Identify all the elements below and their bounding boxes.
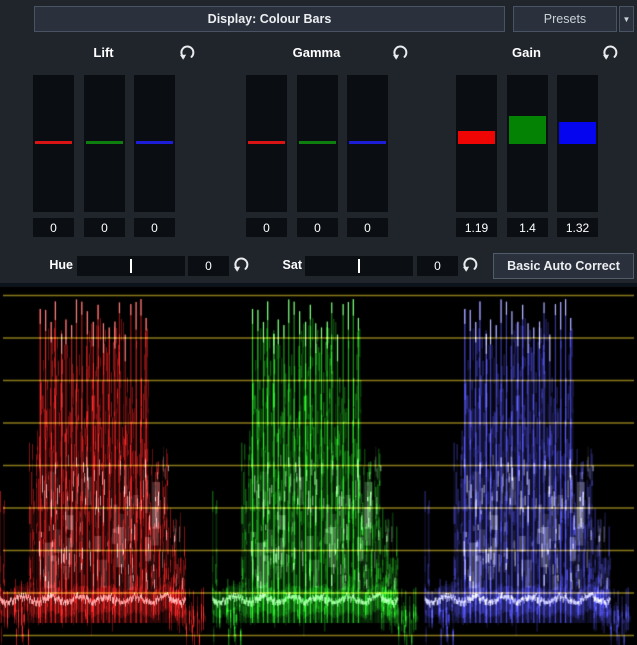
gain-red-value[interactable]: 1.19	[456, 218, 497, 237]
hue-label: Hue	[29, 258, 73, 272]
lift-reset-icon[interactable]	[178, 43, 197, 62]
gamma-blue-handle[interactable]	[349, 141, 386, 144]
lift-red-handle[interactable]	[35, 141, 72, 144]
sat-value[interactable]: 0	[417, 256, 458, 276]
lift-red-slider[interactable]	[33, 75, 74, 212]
gamma-red-value[interactable]: 0	[246, 218, 287, 237]
presets-button[interactable]: Presets	[513, 6, 617, 32]
gain-green-handle[interactable]	[509, 116, 546, 144]
chevron-down-icon: ▼	[623, 15, 631, 24]
gamma-reset-icon[interactable]	[391, 43, 410, 62]
lift-green-value[interactable]: 0	[84, 218, 125, 237]
rgb-parade-waveform-scope	[0, 283, 637, 645]
lift-blue-value[interactable]: 0	[134, 218, 175, 237]
lift-blue-handle[interactable]	[136, 141, 173, 144]
gain-blue-handle[interactable]	[559, 122, 596, 144]
basic-auto-correct-button[interactable]: Basic Auto Correct	[493, 253, 634, 279]
gain-title: Gain	[456, 45, 597, 60]
hue-slider[interactable]	[77, 256, 185, 276]
sat-slider-handle[interactable]	[358, 259, 360, 273]
gain-red-handle[interactable]	[458, 131, 495, 144]
gamma-red-slider[interactable]	[246, 75, 287, 212]
lift-blue-slider[interactable]	[134, 75, 175, 212]
gain-reset-icon[interactable]	[601, 43, 620, 62]
colour-correction-panel: Display: Colour Bars Presets ▼ Lift 0 0 …	[0, 0, 637, 645]
lift-title: Lift	[33, 45, 174, 60]
gamma-blue-slider[interactable]	[347, 75, 388, 212]
gain-green-value[interactable]: 1.4	[507, 218, 548, 237]
gamma-green-handle[interactable]	[299, 141, 336, 144]
gamma-title: Gamma	[246, 45, 387, 60]
sat-label: Sat	[258, 258, 302, 272]
gain-group: Gain 1.19 1.4 1.32	[456, 40, 626, 240]
gamma-blue-value[interactable]: 0	[347, 218, 388, 237]
gain-blue-value[interactable]: 1.32	[557, 218, 598, 237]
hue-slider-handle[interactable]	[130, 259, 132, 273]
lift-green-slider[interactable]	[84, 75, 125, 212]
gain-red-slider[interactable]	[456, 75, 497, 212]
hue-value[interactable]: 0	[188, 256, 229, 276]
presets-dropdown-arrow-button[interactable]: ▼	[619, 6, 634, 32]
gain-green-slider[interactable]	[507, 75, 548, 212]
lift-group: Lift 0 0 0	[33, 40, 203, 240]
gamma-group: Gamma 0 0 0	[246, 40, 416, 240]
lift-green-handle[interactable]	[86, 141, 123, 144]
gamma-green-slider[interactable]	[297, 75, 338, 212]
sat-slider[interactable]	[305, 256, 413, 276]
gamma-green-value[interactable]: 0	[297, 218, 338, 237]
gain-blue-slider[interactable]	[557, 75, 598, 212]
lift-red-value[interactable]: 0	[33, 218, 74, 237]
display-mode-button[interactable]: Display: Colour Bars	[34, 6, 505, 32]
hue-reset-icon[interactable]	[232, 255, 251, 274]
gamma-red-handle[interactable]	[248, 141, 285, 144]
sat-reset-icon[interactable]	[461, 255, 480, 274]
